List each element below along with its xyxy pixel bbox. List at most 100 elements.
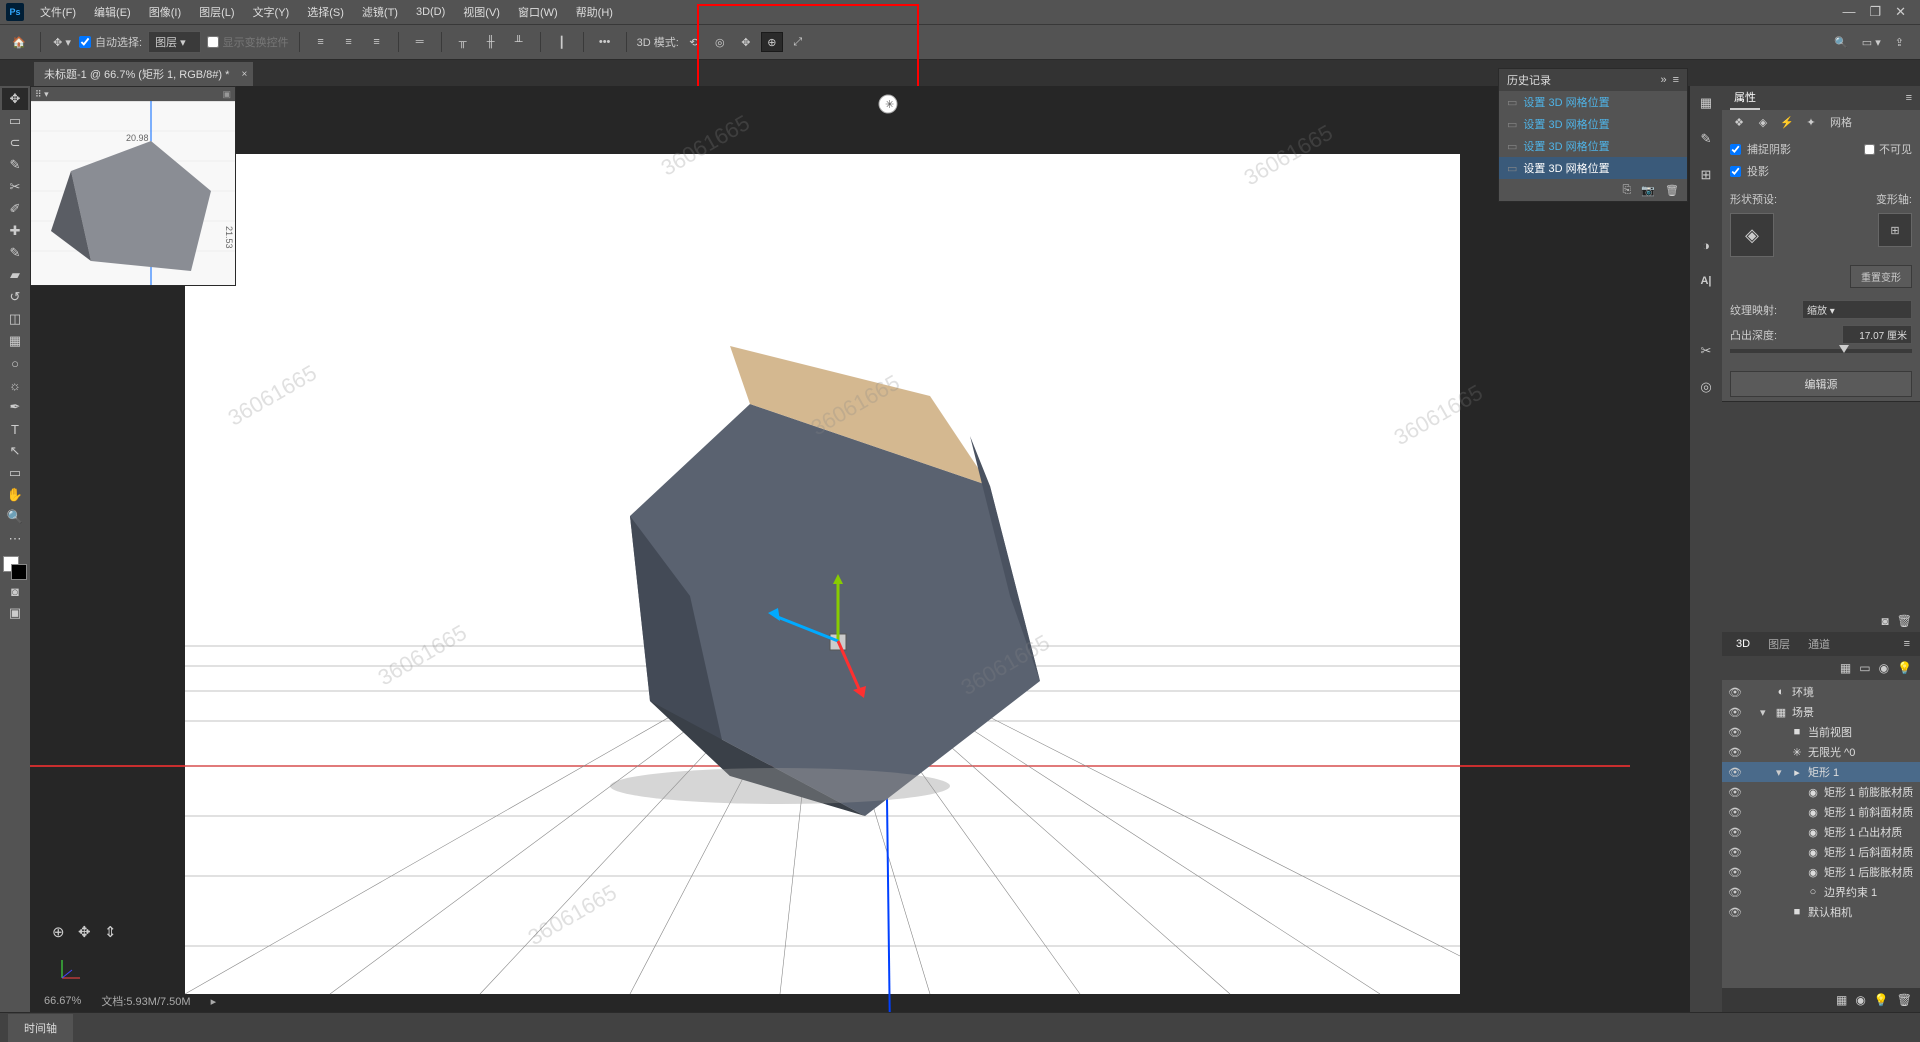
filter-mesh-icon[interactable]: ▭ (1859, 661, 1870, 675)
auto-select-check[interactable]: 自动选择: (79, 34, 142, 50)
lasso-tool[interactable]: ⊂ (2, 132, 28, 154)
scene-row[interactable]: 👁○边界约束 1 (1722, 882, 1920, 902)
visibility-eye-icon[interactable]: 👁 (1728, 846, 1742, 859)
healing-tool[interactable]: ✚ (2, 220, 28, 242)
menu-edit[interactable]: 编辑(E) (86, 1, 139, 23)
navigator-panel[interactable]: ⠿ ▾ ▣ 20.98 21.53 (30, 86, 236, 286)
workspace-icon[interactable]: ▭ ▾ (1862, 36, 1881, 49)
menu-help[interactable]: 帮助(H) (568, 1, 621, 23)
more-tools-icon[interactable]: ⋯ (2, 528, 28, 550)
blur-tool[interactable]: ○ (2, 352, 28, 374)
scene-add-icon[interactable]: ▦ (1836, 993, 1847, 1007)
channels-tab[interactable]: 通道 (1804, 633, 1834, 655)
zoom2-icon[interactable]: ⇕ (104, 923, 122, 941)
viewport-3d[interactable]: ✳ 36061665 36061665 36061665 36061665 36… (30, 86, 1690, 1012)
menu-file[interactable]: 文件(F) (32, 1, 84, 23)
maximize-icon[interactable]: ❐ (1869, 4, 1881, 20)
properties-tab[interactable]: 属性 (1730, 86, 1760, 110)
align-center-h-icon[interactable]: ≡ (338, 31, 360, 53)
extrude-value[interactable]: 17.07 厘米 (1842, 325, 1912, 344)
shape-tool[interactable]: ▭ (2, 462, 28, 484)
visibility-eye-icon[interactable]: 👁 (1728, 786, 1742, 799)
visibility-eye-icon[interactable]: 👁 (1728, 726, 1742, 739)
menu-3d[interactable]: 3D(D) (408, 3, 453, 21)
marquee-tool[interactable]: ▭ (2, 110, 28, 132)
visibility-eye-icon[interactable]: 👁 (1728, 906, 1742, 919)
align-center-v-icon[interactable]: ╫ (480, 31, 502, 53)
cloud-panel-icon[interactable]: ◎ (1695, 376, 1717, 398)
distribute-icon[interactable]: ═ (409, 31, 431, 53)
nav-pin-icon[interactable]: ▣ (222, 89, 231, 100)
actions-panel-icon[interactable]: ✂ (1695, 340, 1717, 362)
pan2-icon[interactable]: ✥ (78, 923, 96, 941)
zoom-tool[interactable]: 🔍 (2, 506, 28, 528)
delete-icon[interactable]: 🗑 (1897, 614, 1912, 628)
texture-map-select[interactable]: 缩放 ▾ (1802, 300, 1912, 319)
filter-scene-icon[interactable]: ▦ (1840, 661, 1851, 675)
history-snapshot-icon[interactable]: 📷 (1641, 184, 1655, 197)
menu-select[interactable]: 选择(S) (299, 1, 352, 23)
invisible-check[interactable] (1864, 144, 1875, 155)
brush-panel-icon[interactable]: ⊞ (1695, 164, 1717, 186)
scene-menu-icon[interactable]: ≡ (1904, 638, 1910, 650)
edit-source-button[interactable]: 编辑源 (1730, 371, 1912, 397)
history-panel[interactable]: 历史记录 » ≡ ▭设置 3D 网格位置▭设置 3D 网格位置▭设置 3D 网格… (1498, 68, 1688, 202)
crop-tool[interactable]: ✂ (2, 176, 28, 198)
layers-tab[interactable]: 图层 (1764, 633, 1794, 655)
history-entry[interactable]: ▭设置 3D 网格位置 (1499, 91, 1687, 113)
history-collapse-icon[interactable]: » (1660, 74, 1666, 86)
menu-type[interactable]: 文字(Y) (245, 1, 298, 23)
nav-drag-icon[interactable]: ⠿ ▾ (35, 89, 49, 100)
color-panel-icon[interactable]: ▦ (1695, 92, 1717, 114)
scene-row[interactable]: 👁◉矩形 1 前斜面材质 (1722, 802, 1920, 822)
align-top-icon[interactable]: ╥ (452, 31, 474, 53)
deform-axis-grid[interactable]: ⊞ (1878, 213, 1912, 247)
history-entry[interactable]: ▭设置 3D 网格位置 (1499, 113, 1687, 135)
visibility-eye-icon[interactable]: 👁 (1728, 686, 1742, 699)
roll-icon[interactable]: ◎ (709, 32, 731, 52)
quick-mask-icon[interactable]: ◙ (2, 580, 28, 602)
scene-row[interactable]: 👁▾▸矩形 1 (1722, 762, 1920, 782)
close-icon[interactable]: ✕ (1895, 4, 1906, 20)
scene-row[interactable]: 👁◉矩形 1 凸出材质 (1722, 822, 1920, 842)
align-left-icon[interactable]: ≡ (310, 31, 332, 53)
scene-render-icon[interactable]: ◉ (1855, 993, 1865, 1007)
scene-row[interactable]: 👁◉矩形 1 后斜面材质 (1722, 842, 1920, 862)
gradient-tool[interactable]: ▦ (2, 330, 28, 352)
scene-tree[interactable]: 👁◐环境👁▾▦场景👁■当前视图👁✳无限光 ^0👁▾▸矩形 1👁◉矩形 1 前膨胀… (1722, 680, 1920, 988)
scene-row[interactable]: 👁■默认相机 (1722, 902, 1920, 922)
visibility-eye-icon[interactable]: 👁 (1728, 806, 1742, 819)
stamp-tool[interactable]: ▰ (2, 264, 28, 286)
path-select-tool[interactable]: ↖ (2, 440, 28, 462)
history-menu-icon[interactable]: ≡ (1673, 74, 1679, 86)
menu-window[interactable]: 窗口(W) (510, 1, 566, 23)
secondary-view-widget[interactable]: ⊕ ✥ ⇕ (52, 902, 132, 962)
new-adj-icon[interactable]: ◙ (1882, 614, 1889, 628)
pen-tool[interactable]: ✒ (2, 396, 28, 418)
scene-row[interactable]: 👁▾▦场景 (1722, 702, 1920, 722)
scene-row[interactable]: 👁◐环境 (1722, 682, 1920, 702)
extrude-slider[interactable] (1730, 349, 1912, 353)
scene-row[interactable]: 👁◉矩形 1 前膨胀材质 (1722, 782, 1920, 802)
filter-light-icon[interactable]: 💡 (1897, 661, 1912, 675)
hand-tool[interactable]: ✋ (2, 484, 28, 506)
show-transform-checkbox[interactable] (207, 36, 219, 48)
auto-select-checkbox[interactable] (79, 36, 91, 48)
orbit-icon[interactable]: ⟲ (683, 32, 705, 52)
quick-select-tool[interactable]: ✎ (2, 154, 28, 176)
scale-icon[interactable]: ⤢ (787, 32, 809, 52)
dodge-tool[interactable]: ☼ (2, 374, 28, 396)
menu-filter[interactable]: 滤镜(T) (354, 1, 406, 23)
eyedropper-tool[interactable]: ✐ (2, 198, 28, 220)
history-entry[interactable]: ▭设置 3D 网格位置 (1499, 135, 1687, 157)
reset-deform-button[interactable]: 重置变形 (1850, 265, 1912, 288)
brush-tool[interactable]: ✎ (2, 242, 28, 264)
pan-icon[interactable]: ✥ (735, 32, 757, 52)
document-tab[interactable]: 未标题-1 @ 66.7% (矩形 1, RGB/8#) * × (34, 62, 253, 86)
swatches-panel-icon[interactable]: ✎ (1695, 128, 1717, 150)
home-icon[interactable]: 🏠 (8, 31, 30, 53)
catch-shadow-check[interactable] (1730, 144, 1741, 155)
move-tool-icon[interactable]: ✥ ▾ (51, 31, 73, 53)
visibility-eye-icon[interactable]: 👁 (1728, 766, 1742, 779)
menu-layer[interactable]: 图层(L) (191, 1, 242, 23)
